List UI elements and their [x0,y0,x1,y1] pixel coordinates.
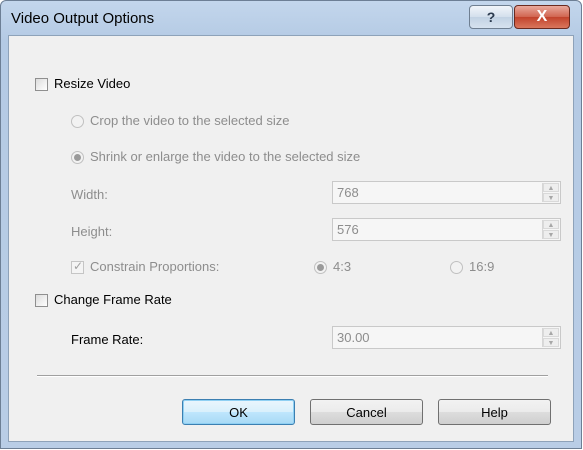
dialog-window: Video Output Options ? X Resize Video Cr… [0,0,582,449]
separator-line [37,375,548,377]
change-frame-rate-label[interactable]: Change Frame Rate [54,292,172,307]
radio-selected-dot [74,154,81,161]
shrink-enlarge-label[interactable]: Shrink or enlarge the video to the selec… [90,149,360,164]
height-label: Height: [71,224,113,239]
resize-video-label[interactable]: Resize Video [54,76,130,91]
frame-rate-value[interactable]: 30.00 [337,330,370,345]
dialog-body: Resize Video Crop the video to the selec… [8,35,574,442]
cancel-button[interactable]: Cancel [310,399,423,425]
width-label: Width: [71,187,108,202]
close-button[interactable]: X [514,5,570,29]
ratio-16-9-label[interactable]: 16:9 [469,259,494,274]
constrain-proportions-checkbox[interactable]: ✓ [71,259,84,274]
ok-button[interactable]: OK [182,399,295,425]
height-up-arrow-icon[interactable]: ▲ [543,220,559,229]
frame-rate-up-arrow-icon[interactable]: ▲ [543,328,559,337]
width-down-arrow-icon[interactable]: ▼ [543,193,559,202]
width-spinbox[interactable]: 768 ▲ ▼ [332,181,561,204]
width-up-arrow-icon[interactable]: ▲ [543,183,559,192]
change-frame-rate-checkbox[interactable] [35,294,48,307]
ratio-4-3-label[interactable]: 4:3 [333,259,351,274]
close-icon: X [536,8,548,25]
resize-video-checkbox[interactable] [35,78,48,91]
height-spinbox[interactable]: 576 ▲ ▼ [332,218,561,241]
frame-rate-spin-arrows: ▲ ▼ [542,328,559,347]
ratio-16-9-radio[interactable] [450,261,463,274]
width-value[interactable]: 768 [337,185,359,200]
checkmark-icon: ✓ [73,259,84,273]
help-button[interactable]: Help [438,399,551,425]
height-value[interactable]: 576 [337,222,359,237]
shrink-enlarge-radio[interactable] [71,151,84,164]
frame-rate-label: Frame Rate: [71,332,144,347]
question-icon: ? [486,9,496,25]
frame-rate-down-arrow-icon[interactable]: ▼ [543,338,559,347]
ratio-4-3-radio[interactable] [314,261,327,274]
crop-radio[interactable] [71,115,84,128]
width-spin-arrows: ▲ ▼ [542,183,559,202]
dialog-title: Video Output Options [11,10,155,27]
crop-label[interactable]: Crop the video to the selected size [90,113,289,128]
frame-rate-spinbox[interactable]: 30.00 ▲ ▼ [332,326,561,349]
title-help-button[interactable]: ? [469,5,513,29]
height-spin-arrows: ▲ ▼ [542,220,559,239]
constrain-proportions-label[interactable]: Constrain Proportions: [90,259,219,274]
title-bar[interactable]: Video Output Options ? X [1,1,581,35]
radio-selected-dot [317,264,324,271]
height-down-arrow-icon[interactable]: ▼ [543,230,559,239]
